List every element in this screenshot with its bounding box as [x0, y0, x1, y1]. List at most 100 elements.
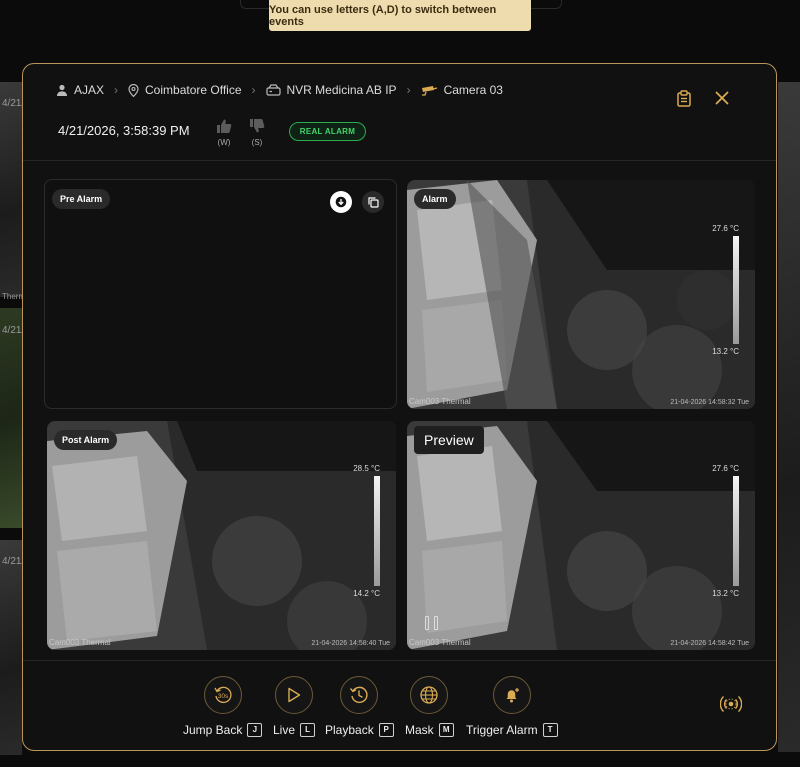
frame-timestamp: 21-04-2026 14:58:42 Tue: [670, 640, 749, 647]
dislike-button[interactable]: (S): [249, 118, 265, 147]
clipboard-icon: [677, 89, 691, 107]
rewind-30-icon: 30s: [214, 686, 232, 704]
jump-back-circle[interactable]: 30s: [203, 676, 242, 714]
background-thumbnail: [0, 82, 22, 297]
copy-icon: [367, 196, 379, 208]
event-datetime: 4/21/2026, 3:58:39 PM: [58, 123, 190, 138]
chevron-right-icon: ›: [406, 83, 411, 97]
svg-text:30s: 30s: [217, 693, 228, 700]
thermal-frame: [407, 180, 755, 409]
dislike-shortcut: (S): [251, 138, 263, 147]
status-badge: REAL ALARM: [289, 122, 366, 141]
mask-button[interactable]: Mask M: [405, 676, 454, 737]
tile-label: Alarm: [414, 189, 456, 209]
like-button[interactable]: (W): [216, 118, 232, 147]
temperature-scale: [374, 476, 380, 586]
user-icon: [57, 84, 67, 96]
thumbs-up-icon: [217, 119, 232, 133]
breadcrumb-org[interactable]: AJAX: [56, 83, 104, 97]
globe-grid-icon: [420, 686, 438, 704]
pause-icon: [425, 616, 429, 630]
breadcrumb-camera[interactable]: Camera 03: [421, 83, 503, 97]
background-date: 4/21/: [2, 556, 25, 567]
download-icon: [335, 196, 347, 208]
frame-timestamp: 21-04-2026 14:58:32 Tue: [670, 399, 749, 406]
breadcrumb-org-label: AJAX: [74, 83, 105, 97]
copy-button[interactable]: [362, 191, 384, 213]
chevron-right-icon: ›: [114, 83, 119, 97]
shortcut-key: J: [247, 723, 263, 737]
nvr-device-icon: [265, 84, 281, 96]
like-shortcut: (W): [217, 138, 231, 147]
mask-circle[interactable]: [410, 676, 449, 714]
background-date: 4/21/: [2, 98, 25, 109]
breadcrumb: AJAX › Coimbatore Office › NVR Medicina …: [56, 83, 503, 97]
history-icon: [350, 686, 368, 704]
header-actions: [674, 88, 732, 108]
breadcrumb-recorder-label: NVR Medicina AB IP: [286, 83, 397, 97]
shortcut-key: L: [300, 723, 316, 737]
keyboard-hint-toast: You can use letters (A,D) to switch betw…: [269, 0, 531, 31]
trigger-alarm-circle[interactable]: [492, 676, 531, 714]
chevron-right-icon: ›: [251, 83, 256, 97]
pause-button[interactable]: [425, 616, 438, 630]
frame-timestamp: 21-04-2026 14:58:40 Tue: [311, 640, 390, 647]
pre-alarm-tile: Pre Alarm: [44, 179, 397, 409]
jump-back-button[interactable]: 30s Jump Back J: [183, 676, 263, 737]
post-alarm-tile[interactable]: Post Alarm 28.5 °C 14.2 °C Cam003 Therma…: [47, 421, 396, 650]
close-icon: [715, 91, 729, 105]
live-button[interactable]: Live L: [273, 676, 316, 737]
breadcrumb-recorder[interactable]: NVR Medicina AB IP: [265, 83, 397, 97]
background-thumbnail: [0, 540, 22, 755]
min-temperature: 13.2 °C: [712, 347, 739, 356]
shortcut-key: M: [438, 723, 454, 737]
play-icon: [288, 687, 301, 703]
trigger-alarm-button[interactable]: Trigger Alarm T: [466, 676, 558, 737]
playback-circle[interactable]: [340, 676, 379, 714]
live-circle[interactable]: [275, 676, 313, 714]
breadcrumb-site[interactable]: Coimbatore Office: [128, 83, 242, 97]
close-button[interactable]: [712, 88, 732, 108]
breadcrumb-camera-label: Camera 03: [443, 83, 503, 97]
control-label: Trigger Alarm: [466, 723, 538, 737]
max-temperature: 28.5 °C: [353, 464, 380, 473]
playback-button[interactable]: Playback P: [325, 676, 394, 737]
radar-icon: [719, 696, 743, 712]
bell-plus-icon: [506, 688, 519, 703]
thermal-frame: [407, 421, 755, 650]
footer-divider: [23, 660, 776, 661]
camera-name: Cam003 Thermal: [409, 397, 471, 406]
download-button[interactable]: [330, 191, 352, 213]
copy-details-button[interactable]: [674, 88, 694, 108]
temperature-scale: [733, 236, 739, 344]
background-thumbnail: [0, 308, 22, 528]
location-pin-icon: [128, 83, 139, 97]
max-temperature: 27.6 °C: [712, 224, 739, 233]
temperature-scale: [733, 476, 739, 586]
thumbs-down-icon: [250, 119, 265, 133]
cctv-camera-icon: [421, 85, 437, 96]
control-label: Jump Back: [183, 723, 243, 737]
control-label: Live: [273, 723, 296, 737]
background-date: 4/21/: [2, 325, 25, 336]
max-temperature: 27.6 °C: [712, 464, 739, 473]
radar-button[interactable]: [719, 693, 743, 720]
thermal-frame: [47, 421, 396, 650]
tile-label: Preview: [414, 426, 484, 454]
header-divider: [23, 160, 776, 161]
shortcut-key: T: [542, 723, 558, 737]
background-thumbnail: [778, 82, 800, 752]
control-label: Playback: [325, 723, 374, 737]
camera-name: Cam003 Thermal: [409, 638, 471, 647]
pause-icon: [434, 616, 438, 630]
shortcut-key: P: [378, 723, 394, 737]
camera-name: Cam003 Thermal: [49, 638, 111, 647]
tile-label: Pre Alarm: [52, 189, 111, 209]
control-label: Mask: [405, 723, 434, 737]
preview-tile[interactable]: Preview 27.6 °C 13.2 °C Cam003 Thermal 2…: [407, 421, 755, 650]
breadcrumb-site-label: Coimbatore Office: [145, 83, 242, 97]
tile-label: Post Alarm: [54, 430, 118, 450]
min-temperature: 14.2 °C: [353, 589, 380, 598]
alarm-tile[interactable]: Alarm 27.6 °C 13.2 °C Cam003 Thermal 21-…: [407, 180, 755, 409]
event-modal: AJAX › Coimbatore Office › NVR Medicina …: [22, 63, 777, 751]
